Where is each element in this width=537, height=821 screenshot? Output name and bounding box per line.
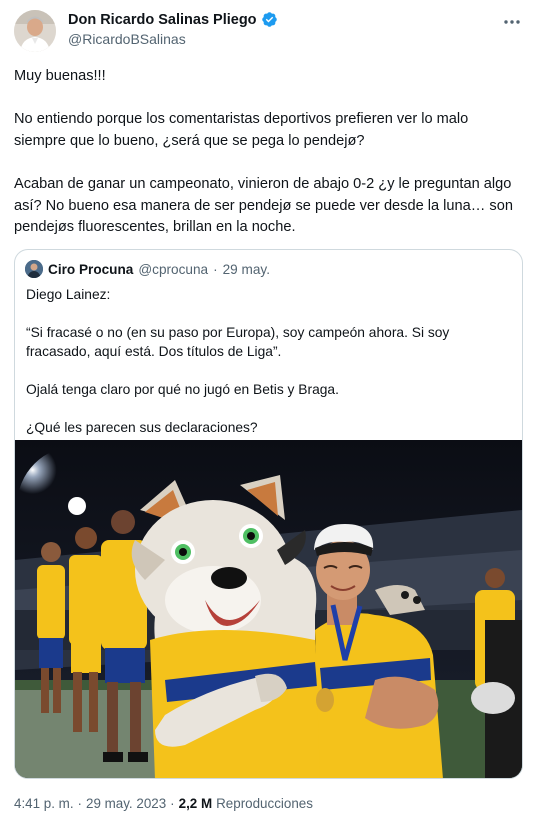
- quoted-author-avatar[interactable]: [25, 260, 43, 278]
- quoted-author-handle[interactable]: @cprocuna: [138, 262, 208, 277]
- tweet-paragraph: Muy buenas!!!: [14, 68, 106, 84]
- verified-badge-icon: [261, 11, 278, 28]
- quoted-paragraph: Ojalá tenga claro por qué no jugó en Bet…: [26, 382, 339, 397]
- tweet-paragraph: No entiendo porque los comentaristas dep…: [14, 111, 469, 149]
- views-label: Reproducciones: [216, 796, 313, 811]
- post-time[interactable]: 4:41 p. m.: [14, 796, 74, 811]
- author-avatar[interactable]: [14, 10, 56, 52]
- author-display-name[interactable]: Don Ricardo Salinas Pliego: [68, 12, 257, 28]
- tweet-paragraph: Acaban de ganar un campeonato, vinieron …: [14, 175, 513, 236]
- tweet-body: Muy buenas!!! No entiendo porque los com…: [14, 66, 524, 239]
- quoted-paragraph: Diego Lainez:: [26, 287, 111, 302]
- quoted-tweet-header: Ciro Procuna @cprocuna · 29 may.: [25, 260, 270, 278]
- more-options-icon[interactable]: [502, 14, 522, 30]
- quoted-date[interactable]: 29 may.: [223, 262, 270, 277]
- tweet-footer: 4:41 p. m. · 29 may. 2023 · 2,2 M Reprod…: [14, 796, 313, 811]
- footer-separator: ·: [170, 796, 175, 811]
- quoted-media-photo[interactable]: [15, 440, 522, 778]
- quoted-author-name[interactable]: Ciro Procuna: [48, 262, 133, 277]
- author-name-block: Don Ricardo Salinas Pliego @RicardoBSali…: [68, 11, 278, 47]
- quoted-paragraph: ¿Qué les parecen sus declaraciones?: [26, 420, 258, 435]
- quoted-tweet-body: Diego Lainez: “Si fracasé o no (en su pa…: [26, 285, 511, 437]
- tweet-header: Don Ricardo Salinas Pliego @RicardoBSali…: [14, 10, 524, 54]
- author-handle[interactable]: @RicardoBSalinas: [68, 31, 278, 47]
- post-date[interactable]: 29 may. 2023: [86, 796, 166, 811]
- quoted-separator: ·: [213, 261, 218, 277]
- quoted-paragraph: “Si fracasé o no (en su paso por Europa)…: [26, 325, 450, 359]
- quoted-tweet[interactable]: Ciro Procuna @cprocuna · 29 may. Diego L…: [14, 249, 523, 779]
- views-count: 2,2 M: [178, 796, 213, 811]
- footer-separator: ·: [77, 796, 83, 811]
